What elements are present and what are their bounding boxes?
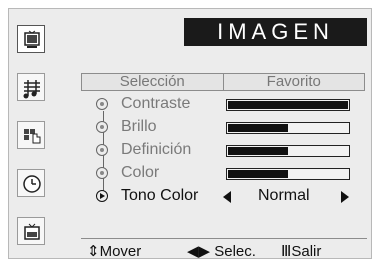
help-select: ◀▶ Selec.	[187, 242, 256, 260]
help-exit-label: Salir	[291, 243, 322, 260]
picture-icon[interactable]	[17, 25, 45, 53]
play-icon	[96, 190, 108, 202]
menu-title: IMAGEN	[184, 18, 367, 46]
menu-icon-column	[13, 19, 53, 253]
tab-bar: Selección Favorito	[81, 73, 365, 91]
slider-fill	[228, 101, 348, 109]
help-exit: ⅢSalir	[281, 242, 321, 260]
clock-icon[interactable]	[17, 169, 45, 197]
radio-icon	[96, 144, 108, 156]
osd-menu: IMAGEN Selección Favorito Contraste Bril…	[8, 8, 372, 260]
contrast-slider[interactable]	[226, 99, 350, 111]
tone-value: Normal	[258, 187, 310, 204]
slider-fill	[228, 170, 288, 178]
color-slider[interactable]	[226, 168, 350, 180]
help-bar: ⇕Mover ◀▶ Selec. ⅢSalir	[81, 238, 367, 260]
radio-icon	[96, 98, 108, 110]
setting-row-tono-color[interactable]: Tono Color Normal	[95, 187, 365, 207]
setup-icon[interactable]	[17, 217, 45, 245]
sharpness-slider[interactable]	[226, 145, 350, 157]
leftright-icon: ◀▶	[187, 243, 215, 260]
radio-icon	[96, 167, 108, 179]
arrow-right-icon[interactable]	[341, 191, 349, 203]
slider-fill	[228, 124, 288, 132]
setting-label: Tono Color	[121, 187, 199, 204]
setting-label: Color	[121, 164, 160, 181]
tab-favorito[interactable]: Favorito	[222, 74, 365, 90]
arrow-left-icon[interactable]	[223, 191, 231, 203]
sound-icon[interactable]	[17, 73, 45, 101]
tab-seleccion[interactable]: Selección	[82, 74, 223, 90]
radio-icon	[96, 121, 108, 133]
setting-label: Definición	[121, 141, 192, 158]
brightness-slider[interactable]	[226, 122, 350, 134]
channel-icon[interactable]	[17, 121, 45, 149]
updown-icon: ⇕	[87, 243, 100, 260]
help-move: ⇕Mover	[87, 242, 141, 260]
help-move-label: Mover	[99, 243, 142, 260]
setting-label: Contraste	[121, 95, 191, 112]
setting-label: Brillo	[121, 118, 157, 135]
menu-icon: Ⅲ	[281, 243, 292, 260]
help-select-label: Selec.	[214, 243, 256, 260]
slider-fill	[228, 147, 288, 155]
